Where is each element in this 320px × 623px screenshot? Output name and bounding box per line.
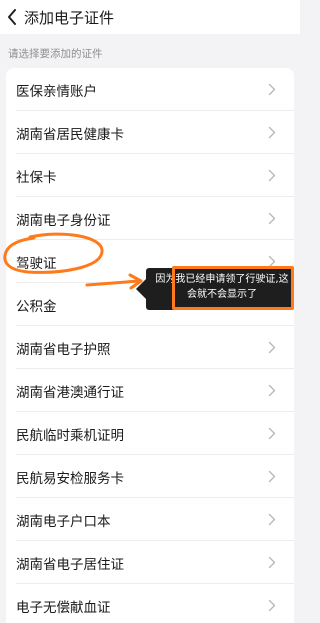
chevron-right-icon [268,599,276,612]
chevron-right-icon [268,169,276,182]
list-item-label: 电子无偿献血证 [16,600,111,616]
list-item-temp-boarding-certificate[interactable]: 民航临时乘机证明 [6,412,294,455]
chevron-right-icon [268,83,276,96]
list-item-label: 湖南电子身份证 [16,213,111,229]
list-item-e-residence-permit[interactable]: 湖南省电子居住证 [6,541,294,584]
chevron-right-icon [268,556,276,569]
list-item-label: 社保卡 [16,170,57,186]
chevron-right-icon [268,384,276,397]
chevron-right-icon [268,341,276,354]
chevron-right-icon [268,470,276,483]
list-item-label: 公积金 [16,299,57,315]
page-title: 添加电子证件 [24,9,115,27]
list-item-label: 民航临时乘机证明 [16,428,124,444]
list-item-security-service-card[interactable]: 民航易安检服务卡 [6,455,294,498]
list-item-label: 湖南省电子护照 [16,342,111,358]
chevron-left-icon [8,9,16,25]
annotation-box [172,266,294,310]
list-item-health-card[interactable]: 湖南省居民健康卡 [6,111,294,154]
list-item-e-id-card[interactable]: 湖南电子身份证 [6,197,294,240]
select-hint: 请选择要添加的证件 [8,48,103,60]
list-item-label: 医保亲情账户 [16,84,97,100]
list-item-label: 湖南省电子居住证 [16,557,124,573]
list-item-social-security-card[interactable]: 社保卡 [6,154,294,197]
list-item-medical-family-account[interactable]: 医保亲情账户 [6,68,294,111]
list-item-label: 湖南省居民健康卡 [16,127,124,143]
chevron-right-icon [268,427,276,440]
list-item-blood-donation-certificate[interactable]: 电子无偿献血证 [6,584,294,623]
list-item-hk-macau-permit[interactable]: 湖南省港澳通行证 [6,369,294,412]
list-item-label: 驾驶证 [16,256,57,272]
list-item-label: 民航易安检服务卡 [16,471,124,487]
chevron-right-icon [268,212,276,225]
list-item-label: 湖南电子户口本 [16,514,111,530]
chevron-right-icon [268,126,276,139]
back-button[interactable] [4,4,24,30]
list-item-label: 湖南省港澳通行证 [16,385,124,401]
chevron-right-icon [268,513,276,526]
list-item-e-passport[interactable]: 湖南省电子护照 [6,326,294,369]
nav-header: 添加电子证件 [0,0,300,34]
certificate-list: 医保亲情账户 湖南省居民健康卡 社保卡 湖南电子身份证 驾驶证 公积金 湖南省电… [6,68,294,623]
add-e-certificate-screen: 添加电子证件 请选择要添加的证件 医保亲情账户 湖南省居民健康卡 社保卡 湖南电… [0,0,300,623]
list-item-e-household-register[interactable]: 湖南电子户口本 [6,498,294,541]
